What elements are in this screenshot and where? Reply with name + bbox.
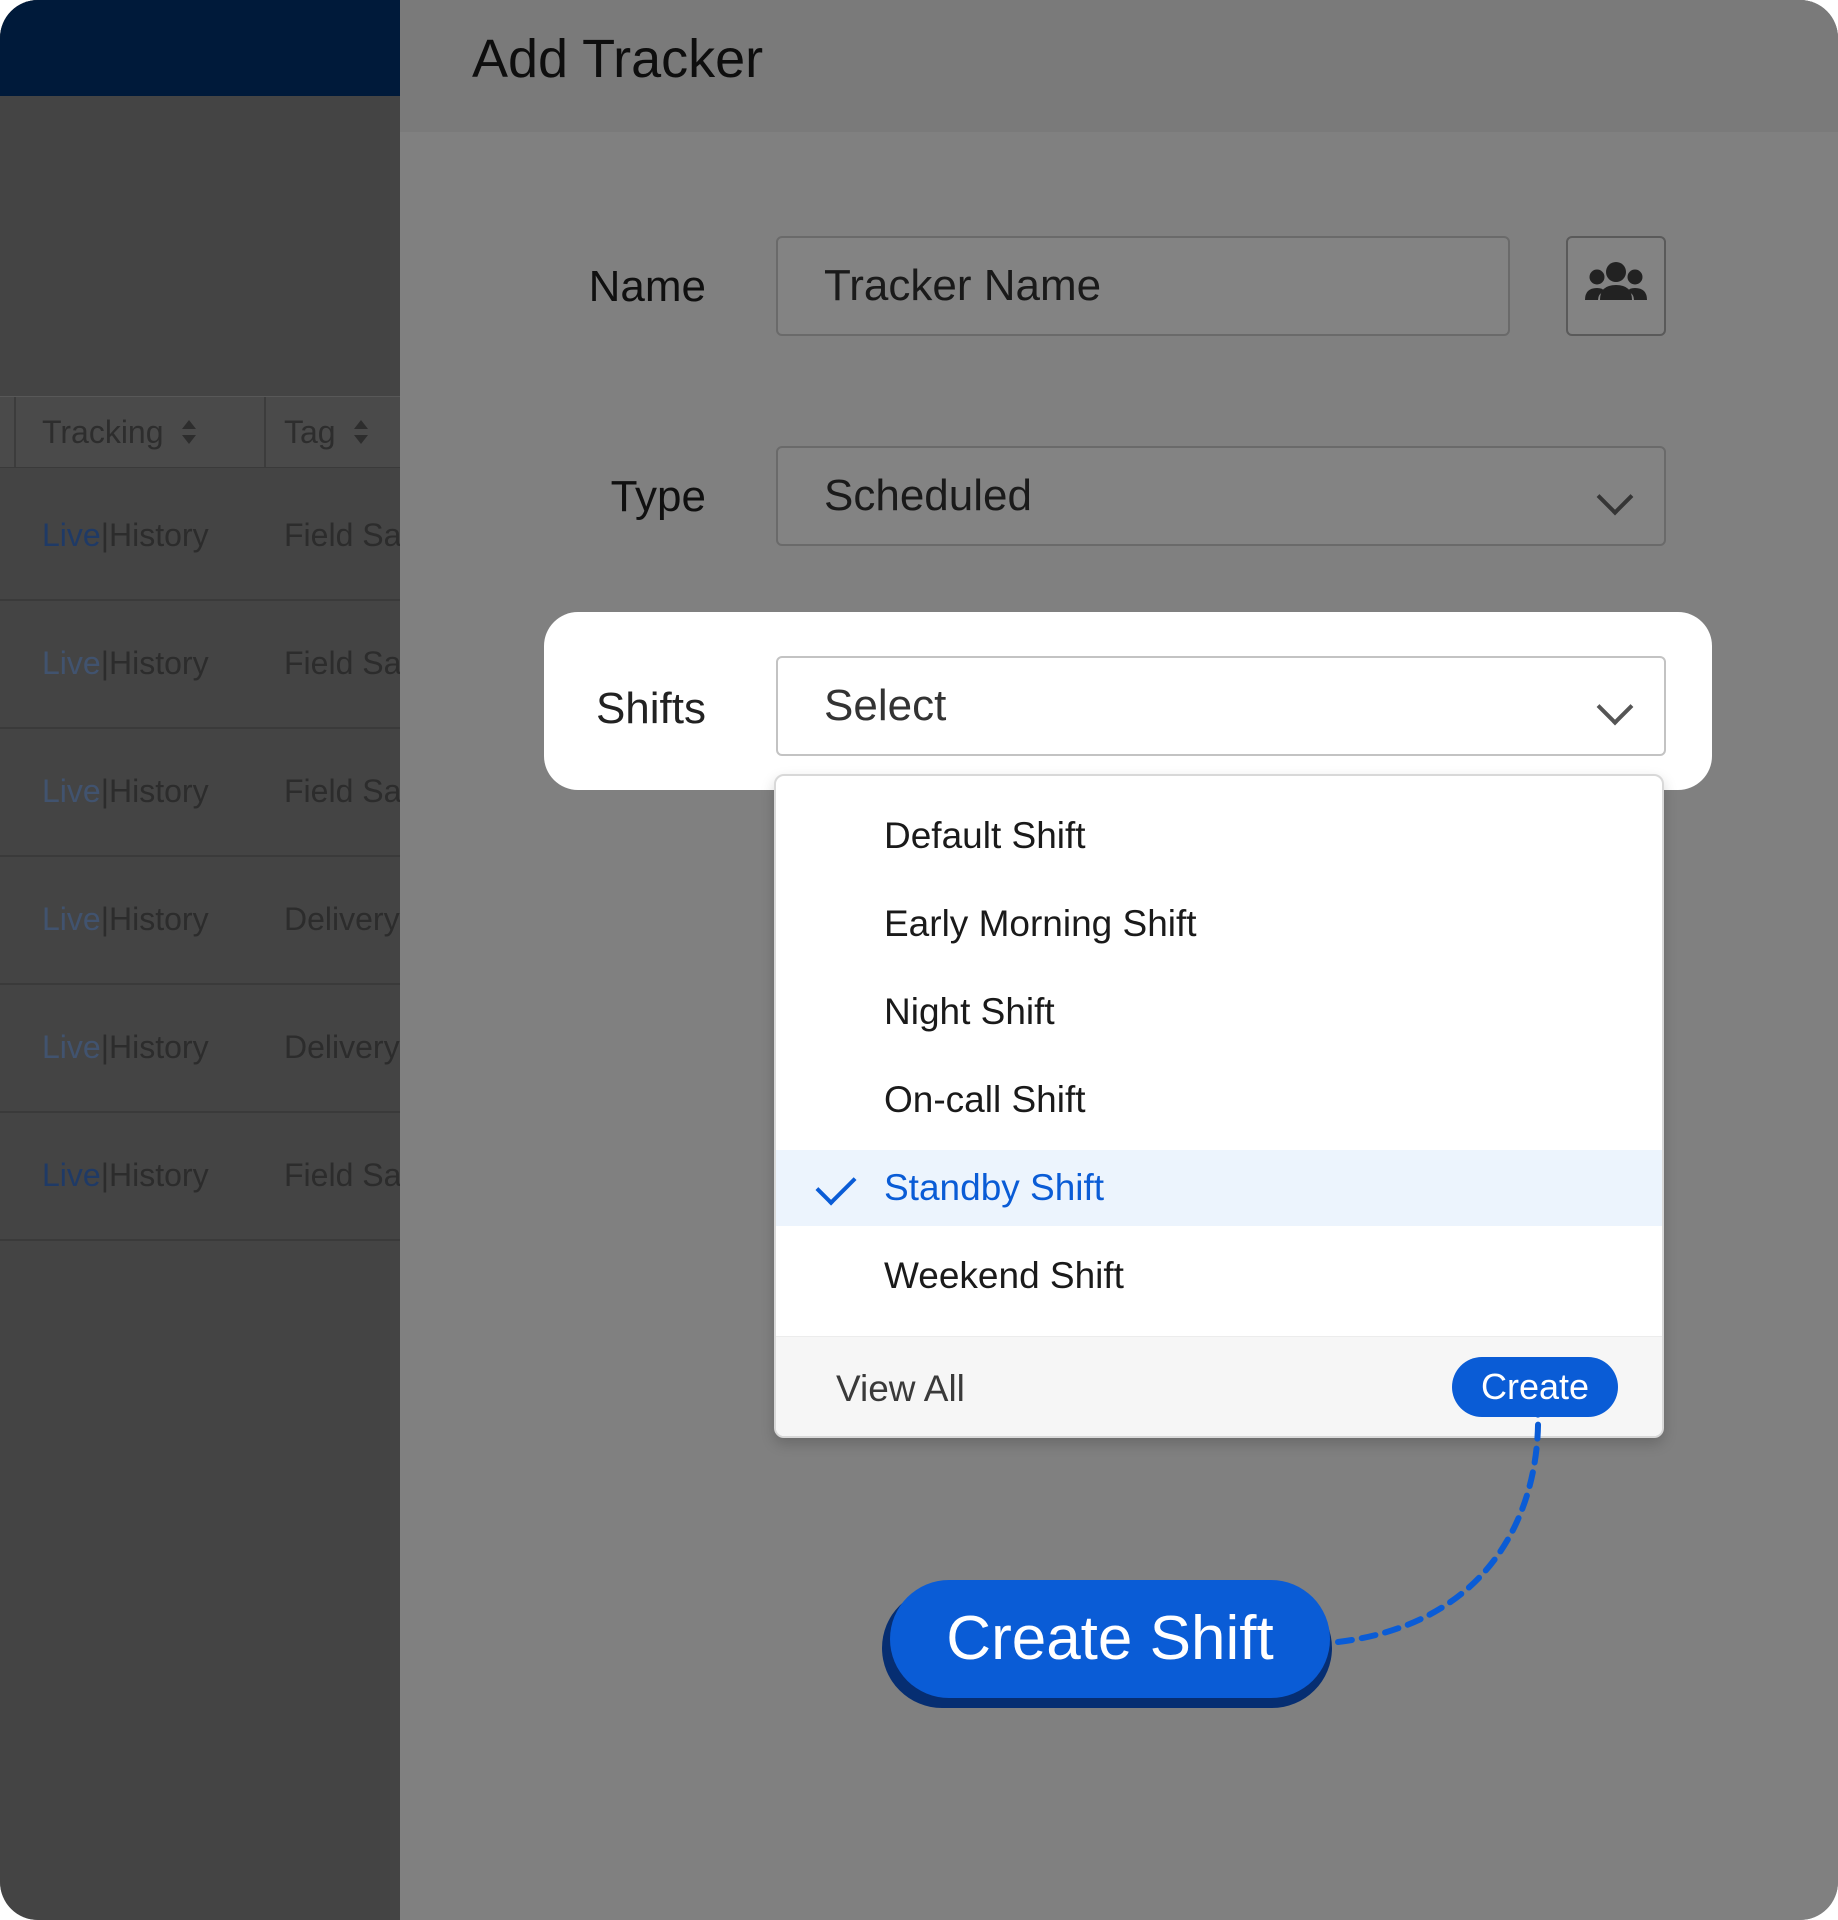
table-row: Live|History Field Sa: [0, 727, 400, 857]
tracking-cell: Live|History: [42, 599, 209, 727]
history-link[interactable]: History: [109, 645, 209, 681]
shifts-highlight-card: Shifts Select: [544, 612, 1712, 790]
modal-header: Add Tracker: [400, 0, 1838, 132]
shift-option-label: On-call Shift: [884, 1079, 1086, 1120]
shifts-select[interactable]: Select: [776, 656, 1666, 756]
tracking-cell: Live|History: [42, 855, 209, 983]
tag-cell: Delivery: [284, 1029, 400, 1065]
column-divider: [264, 397, 266, 467]
table-row: Live|History Delivery: [0, 855, 400, 985]
shift-option[interactable]: On-call Shift: [776, 1062, 1662, 1138]
shift-option[interactable]: Early Morning Shift: [776, 886, 1662, 962]
sort-icon[interactable]: [181, 419, 196, 444]
live-link[interactable]: Live: [42, 517, 101, 553]
column-header-tracking[interactable]: Tracking: [42, 397, 196, 467]
shift-option-label: Night Shift: [884, 991, 1055, 1032]
table-row: Live|History Delivery: [0, 983, 400, 1113]
shifts-select-value: Select: [824, 681, 947, 730]
tracking-cell: Live|History: [42, 983, 209, 1111]
shift-option-label: Default Shift: [884, 815, 1086, 856]
history-link[interactable]: History: [109, 1029, 209, 1065]
users-group-icon: [1585, 262, 1647, 300]
history-link[interactable]: History: [109, 773, 209, 809]
link-separator: |: [100, 517, 110, 553]
background-app-panel: Tracking Tag Live|History Field Sa Live|Hi…: [0, 0, 400, 1920]
history-link[interactable]: History: [109, 517, 209, 553]
create-shift-button[interactable]: Create Shift: [890, 1580, 1330, 1698]
shift-option-label: Standby Shift: [884, 1167, 1105, 1208]
dropdown-footer: View All Create: [776, 1336, 1662, 1436]
link-separator: |: [100, 773, 110, 809]
tracker-name-placeholder: Tracker Name: [824, 261, 1102, 310]
live-link[interactable]: Live: [42, 1029, 101, 1065]
type-select-value: Scheduled: [824, 471, 1032, 520]
link-separator: |: [100, 901, 110, 937]
shifts-label: Shifts: [595, 684, 706, 733]
history-link[interactable]: History: [109, 1157, 209, 1193]
tag-cell: Field Sa: [284, 773, 400, 809]
tracking-cell: Live|History: [42, 727, 209, 855]
link-separator: |: [100, 1157, 110, 1193]
tag-cell: Field Sa: [284, 1157, 400, 1193]
chevron-down-icon: [1596, 688, 1634, 726]
link-separator: |: [100, 1029, 110, 1065]
shift-option-label: Early Morning Shift: [884, 903, 1197, 944]
chevron-down-icon: [1596, 478, 1634, 516]
add-tracker-modal: Add Tracker Name Tracker Name Type Sched…: [400, 0, 1838, 1920]
tag-cell: Field Sa: [284, 645, 400, 681]
assign-users-button[interactable]: [1566, 236, 1666, 336]
live-link[interactable]: Live: [42, 1157, 101, 1193]
column-header-tag[interactable]: Tag: [284, 397, 368, 467]
live-link[interactable]: Live: [42, 901, 101, 937]
history-link[interactable]: History: [109, 901, 209, 937]
type-label: Type: [610, 472, 706, 521]
tag-cell: Delivery: [284, 901, 400, 937]
shift-option[interactable]: Default Shift: [776, 798, 1662, 874]
table-header: Tracking Tag: [0, 396, 400, 468]
column-divider: [14, 397, 16, 467]
shift-option-label: Weekend Shift: [884, 1255, 1124, 1296]
name-label: Name: [588, 262, 706, 311]
shift-option[interactable]: Weekend Shift: [776, 1238, 1662, 1314]
tracker-name-input[interactable]: Tracker Name: [776, 236, 1510, 336]
screen-frame: Tracking Tag Live|History Field Sa Live|Hi…: [0, 0, 1838, 1920]
shifts-dropdown: Default Shift Early Morning Shift Night Sh…: [774, 774, 1664, 1438]
tracking-cell: Live|History: [42, 1111, 209, 1239]
live-link[interactable]: Live: [42, 645, 101, 681]
table-row: Live|History Field Sa: [0, 1111, 400, 1241]
type-select[interactable]: Scheduled: [776, 446, 1666, 546]
table-row: Live|History Field Sa: [0, 471, 400, 601]
shift-option[interactable]: Night Shift: [776, 974, 1662, 1050]
app-top-bar: [0, 0, 400, 96]
tag-cell: Field Sa: [284, 517, 400, 553]
modal-title: Add Tracker: [472, 29, 764, 89]
shift-option[interactable]: Standby Shift: [776, 1150, 1662, 1226]
create-button[interactable]: Create: [1452, 1357, 1618, 1417]
tracking-cell: Live|History: [42, 471, 209, 599]
checkmark-icon: [815, 1164, 857, 1206]
sort-icon[interactable]: [353, 419, 368, 444]
table-row: Live|History Field Sa: [0, 599, 400, 729]
live-link[interactable]: Live: [42, 773, 101, 809]
view-all-link[interactable]: View All: [836, 1337, 965, 1436]
link-separator: |: [100, 645, 110, 681]
